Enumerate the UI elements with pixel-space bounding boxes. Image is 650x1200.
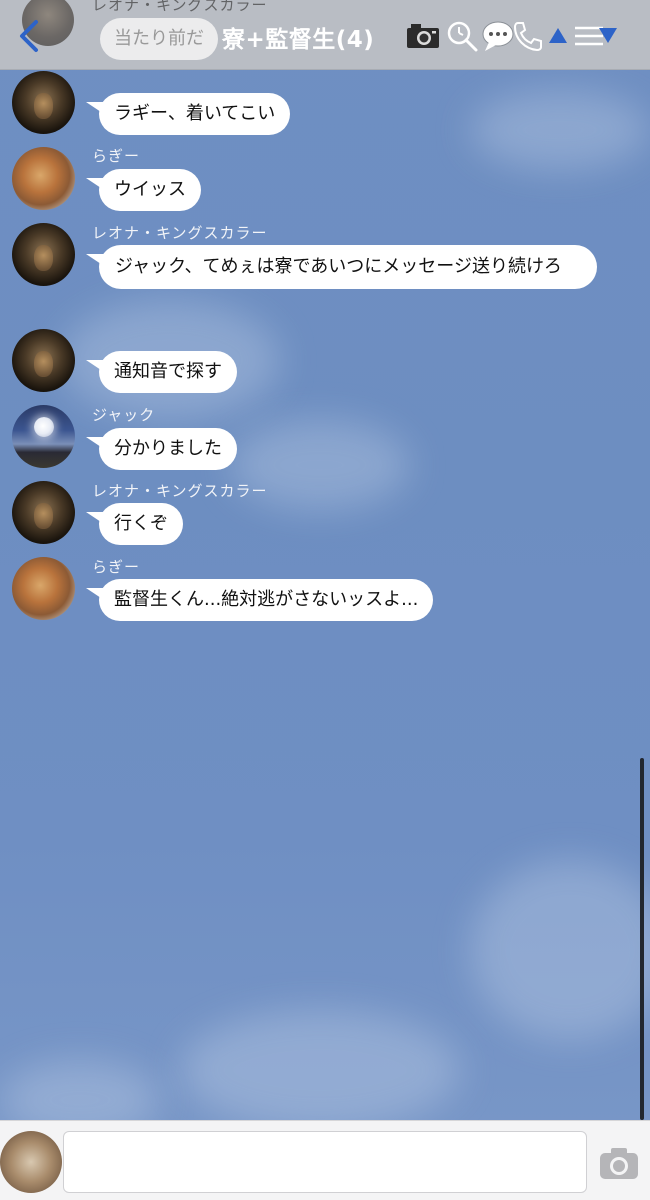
attach-photo-button[interactable] — [598, 1145, 640, 1181]
avatar-jack[interactable] — [12, 405, 75, 468]
chat-bubble-icon — [482, 21, 514, 51]
sender-name: レオナ・キングスカラー — [92, 224, 268, 242]
message-bubble[interactable]: 行くぞ — [99, 503, 183, 545]
scrolled-sender-name: レオナ・キングスカラー — [92, 0, 268, 14]
sender-name: ジャック — [92, 406, 156, 424]
chat-title: 寮+監督生(4) — [222, 27, 375, 53]
search-icon — [447, 21, 478, 52]
message-bubble[interactable]: ラギー、着いてこい — [99, 93, 291, 135]
avatar-ruggie[interactable] — [12, 557, 75, 620]
sender-name: らぎー — [92, 558, 141, 576]
scrollbar[interactable] — [640, 758, 644, 1120]
message-bubble[interactable]: 通知音で探す — [99, 351, 237, 393]
back-button[interactable] — [16, 18, 42, 54]
chat-header: レオナ・キングスカラー 当たり前だ 寮+監督生(4) — [0, 0, 650, 70]
message-input[interactable] — [63, 1131, 587, 1193]
up-arrow-icon — [549, 28, 567, 43]
message-bubble[interactable]: ウイッス — [99, 169, 201, 211]
menu-down-icon — [575, 26, 617, 46]
avatar-leona[interactable] — [12, 481, 75, 544]
self-avatar[interactable] — [0, 1131, 62, 1193]
phone-icon — [513, 22, 542, 52]
scroll-up-button[interactable] — [548, 20, 568, 52]
message-bubble[interactable]: 監督生くん...絶対逃がさないッスよ... — [99, 579, 434, 621]
back-chevron-icon — [20, 20, 38, 52]
camera-icon — [407, 24, 439, 48]
input-bar — [0, 1120, 650, 1200]
search-button[interactable] — [446, 20, 478, 52]
camera-icon — [600, 1148, 638, 1179]
chat-bubble-button[interactable] — [481, 20, 515, 52]
sender-name: らぎー — [92, 147, 141, 165]
phone-button[interactable] — [512, 20, 542, 52]
scrolled-message-bubble: 当たり前だ — [100, 18, 218, 60]
sender-name: レオナ・キングスカラー — [92, 482, 268, 500]
avatar-leona[interactable] — [12, 223, 75, 286]
avatar-leona[interactable] — [12, 329, 75, 392]
menu-button[interactable] — [573, 20, 619, 52]
avatar-leona[interactable] — [12, 71, 75, 134]
message-bubble[interactable]: ジャック、てめぇは寮であいつにメッセージ送り続けろ — [99, 245, 597, 289]
message-bubble[interactable]: 分かりました — [99, 428, 237, 470]
camera-button[interactable] — [405, 20, 441, 52]
avatar-ruggie[interactable] — [12, 147, 75, 210]
